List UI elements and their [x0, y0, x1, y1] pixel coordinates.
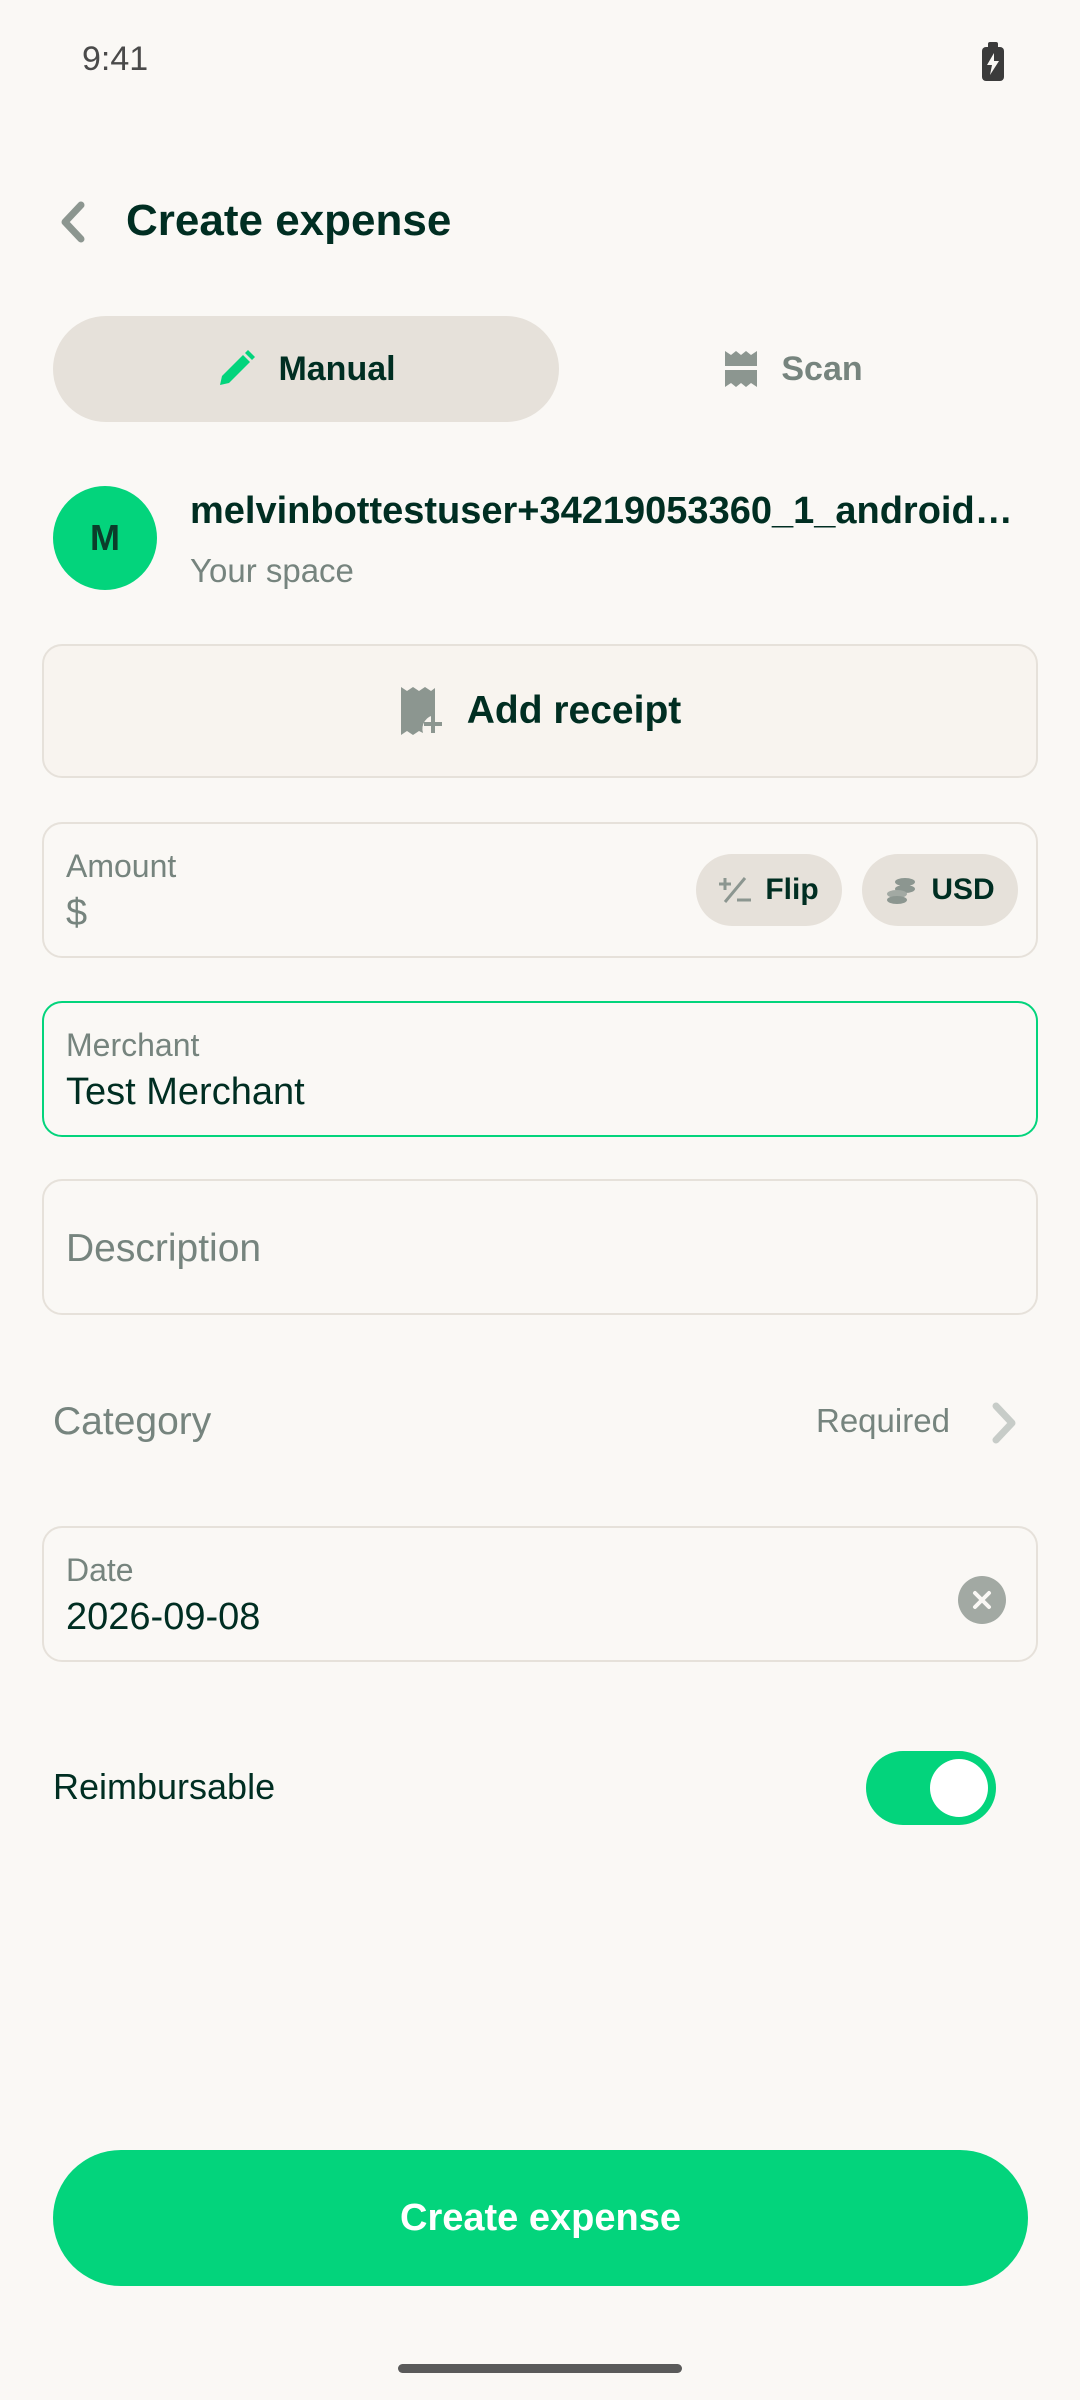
date-label: Date: [66, 1552, 134, 1588]
close-icon: [973, 1591, 991, 1609]
flip-button[interactable]: Flip: [696, 854, 842, 926]
mode-tabs: Manual Scan: [53, 316, 1027, 422]
reimbursable-label: Reimbursable: [53, 1766, 276, 1807]
currency-button[interactable]: USD: [862, 854, 1018, 926]
merchant-field[interactable]: Merchant Test Merchant: [42, 1001, 1038, 1137]
reimbursable-toggle[interactable]: [866, 1751, 996, 1825]
receipt-add-icon: [400, 687, 442, 735]
chevron-right-icon[interactable]: [984, 1398, 1024, 1448]
description-placeholder[interactable]: Description: [66, 1227, 261, 1271]
merchant-input[interactable]: Test Merchant: [66, 1071, 305, 1114]
pencil-icon: [220, 350, 256, 385]
currency-label: USD: [931, 873, 995, 906]
add-receipt-button[interactable]: Add receipt: [42, 644, 1038, 778]
create-expense-button[interactable]: Create expense: [53, 2150, 1028, 2286]
tab-scan[interactable]: Scan: [559, 316, 1027, 422]
amount-input[interactable]: $: [66, 892, 87, 935]
add-receipt-label: Add receipt: [466, 689, 682, 732]
clear-date-button[interactable]: [958, 1576, 1006, 1624]
tab-manual[interactable]: Manual: [53, 316, 559, 422]
category-label[interactable]: Category: [53, 1400, 211, 1444]
receipt-scan-icon: [723, 351, 760, 387]
chevron-left-icon: [61, 201, 85, 243]
amount-field[interactable]: Amount $ Flip USD: [42, 822, 1038, 958]
workspace-subtitle: Your space: [190, 552, 354, 589]
page-title: Create expense: [126, 196, 452, 245]
tab-manual-label: Manual: [278, 349, 396, 388]
amount-label: Amount: [66, 848, 177, 884]
coins-icon: [887, 878, 916, 904]
toggle-knob: [930, 1759, 988, 1817]
workspace-name[interactable]: melvinbottestuser+34219053360_1_android_…: [190, 490, 1020, 533]
date-input[interactable]: 2026-09-08: [66, 1596, 260, 1639]
description-field[interactable]: Description: [42, 1179, 1038, 1315]
flip-label: Flip: [765, 873, 819, 906]
status-time: 9:41: [82, 40, 149, 78]
battery-icon: [982, 42, 1004, 81]
date-field[interactable]: Date 2026-09-08: [42, 1526, 1038, 1662]
avatar[interactable]: M: [53, 486, 157, 590]
merchant-label: Merchant: [66, 1027, 200, 1063]
tab-scan-label: Scan: [781, 349, 863, 388]
plus-minus-icon: [719, 877, 752, 903]
home-indicator[interactable]: [398, 2364, 682, 2373]
category-status[interactable]: Required: [816, 1402, 950, 1440]
back-button[interactable]: [40, 190, 104, 254]
